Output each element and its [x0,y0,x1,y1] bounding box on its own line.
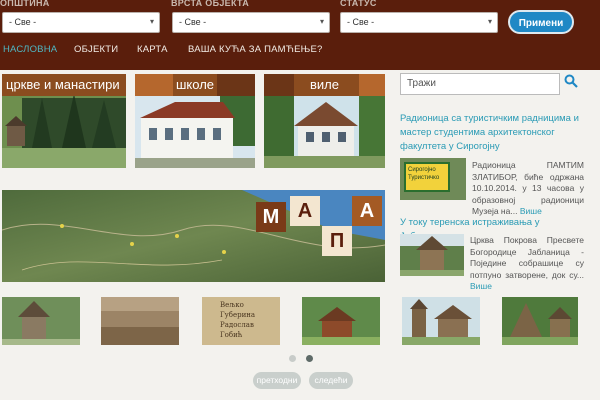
category-card-schools[interactable]: школе [135,74,255,168]
carousel-thumb-1[interactable] [2,297,80,345]
next-button[interactable]: следећи [309,372,353,389]
object-type-select[interactable]: - Све - ▾ [172,12,330,33]
news-image-2[interactable] [400,234,464,276]
category-card-churches[interactable]: цркве и манастири [2,74,126,168]
status-select-value: - Све - [347,17,375,27]
map-letter-a1: А [290,196,320,226]
search-icon[interactable] [564,74,578,88]
filter-label-status: СТАТУС [340,0,377,8]
news-text-2: Црква Покрова Пресвете Богородице Јаблан… [470,235,584,291]
municipality-select[interactable]: - Све - ▾ [2,12,160,33]
map-letter-m: М [256,202,286,232]
header-bar: ОПШТИНА - Све - ▾ ВРСТА ОБЈЕКТА - Све - … [0,0,600,70]
object-type-select-value: - Све - [179,17,207,27]
news-text-1: Радионица ПАМТИМ ЗЛАТИБОР, биће одржана … [472,160,584,216]
carousel-dot-1[interactable] [289,355,296,362]
chevron-down-icon: ▾ [149,17,154,26]
carousel-thumb-6[interactable] [502,297,578,345]
chevron-down-icon: ▾ [487,17,492,26]
road-sign: Сирогојно Туристичко [404,162,450,192]
nav-item-map[interactable]: КАРТА [137,44,168,55]
filter-label-object-type: ВРСТА ОБЈЕКТА [171,0,250,8]
news-title-1[interactable]: Радионица са туристичким радницима и мас… [400,112,585,154]
map-banner[interactable]: М А П А [2,190,385,282]
map-letter-a2: А [352,196,382,226]
status-select[interactable]: - Све - ▾ [340,12,498,33]
search-placeholder: Тражи [407,78,436,89]
news-more-link-1[interactable]: Више [520,206,542,216]
carousel-thumb-4[interactable] [302,297,380,345]
news-image-1[interactable]: Сирогојно Туристичко [400,158,466,200]
handwritten-list: Вељко Губерина Радослав Гобић [220,301,256,339]
filter-label-municipality: ОПШТИНА [0,0,50,8]
carousel-thumb-2[interactable] [101,297,179,345]
category-card-villas[interactable]: виле [264,74,385,168]
map-letter-p: П [322,226,352,256]
apply-button[interactable]: Примени [508,10,574,34]
nav-item-your-house[interactable]: ВАША КУЋА ЗА ПАМЋЕЊЕ? [188,44,322,55]
search-input[interactable]: Тражи [400,73,560,95]
municipality-select-value: - Све - [9,17,37,27]
previous-button[interactable]: претходни [253,372,301,389]
carousel-thumb-3[interactable]: Вељко Губерина Радослав Гобић [202,297,280,345]
chevron-down-icon: ▾ [319,17,324,26]
category-label-schools: школе [135,74,255,96]
nav-item-home[interactable]: НАСЛОВНА [3,44,57,55]
nav-item-objects[interactable]: ОБЈЕКТИ [74,44,118,55]
news-more-link-2[interactable]: Више [470,281,492,291]
category-label-villas: виле [264,74,385,96]
carousel-thumb-5[interactable] [402,297,480,345]
category-label-churches: цркве и манастири [2,74,126,96]
carousel-dot-2[interactable] [306,355,313,362]
